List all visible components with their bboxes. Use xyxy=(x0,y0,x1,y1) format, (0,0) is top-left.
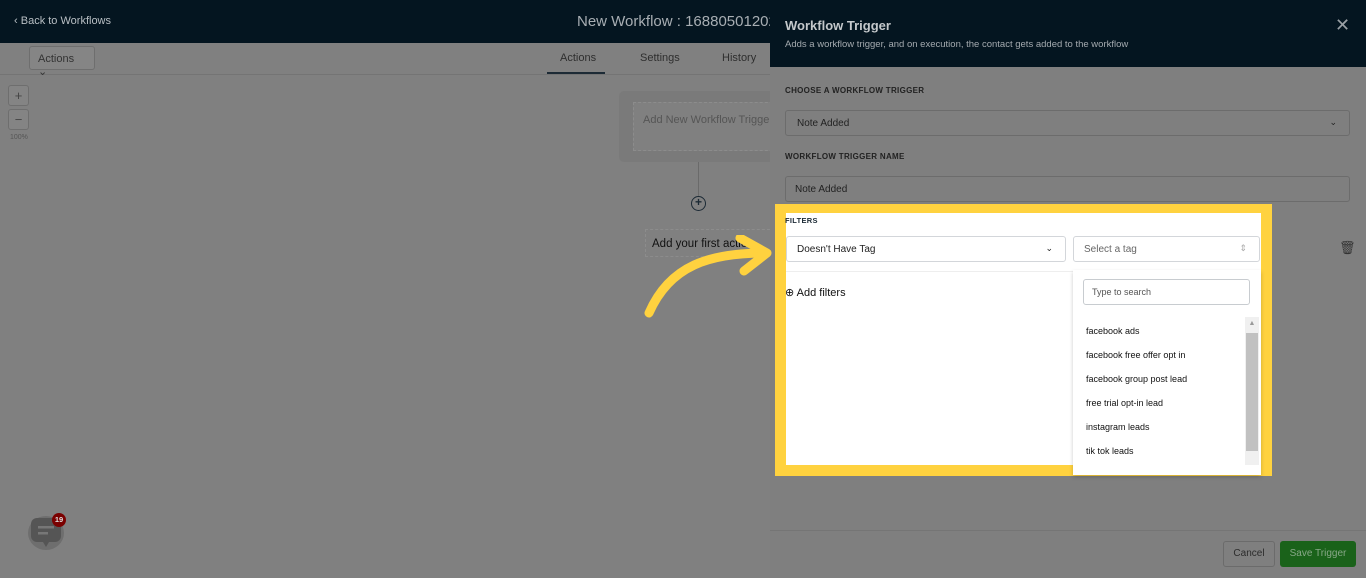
trigger-select[interactable]: Note Added ⌄ xyxy=(785,110,1350,136)
cancel-button[interactable]: Cancel xyxy=(1223,541,1275,567)
active-tab-indicator xyxy=(547,72,605,74)
tag-placeholder: Select a tag xyxy=(1084,244,1137,255)
tag-select[interactable]: Select a tag ⇕ xyxy=(1073,236,1260,262)
add-step-plus-icon[interactable]: + xyxy=(691,196,706,211)
trigger-value: Note Added xyxy=(797,118,850,129)
save-trigger-button[interactable]: Save Trigger xyxy=(1280,541,1356,567)
tag-option[interactable]: facebook free offer opt in xyxy=(1086,350,1185,360)
tag-option[interactable]: facebook ads xyxy=(1086,326,1140,336)
scrollbar-thumb[interactable] xyxy=(1246,333,1258,451)
panel-subtitle: Adds a workflow trigger, and on executio… xyxy=(785,39,1129,50)
actions-label: Actions xyxy=(38,53,75,65)
filters-label: FILTERS xyxy=(785,216,818,225)
trash-icon[interactable]: 🗑 xyxy=(1339,240,1356,256)
tab-settings[interactable]: Settings xyxy=(640,52,680,64)
zoom-out-button[interactable]: − xyxy=(8,109,29,130)
divider xyxy=(786,271,1073,272)
plus-circle-icon: ⊕ xyxy=(785,287,795,299)
tag-option[interactable]: instagram leads xyxy=(1086,422,1150,432)
add-filters-button[interactable]: ⊕ Add filters xyxy=(785,286,846,299)
tag-option[interactable]: tik tok leads xyxy=(1086,446,1134,456)
panel-header xyxy=(770,0,1366,67)
tag-option[interactable]: facebook group post lead xyxy=(1086,374,1187,384)
trigger-name-input[interactable]: Note Added xyxy=(785,176,1350,202)
tab-actions[interactable]: Actions xyxy=(560,52,596,64)
zoom-in-button[interactable]: + xyxy=(8,85,29,106)
filter-condition-select[interactable]: Doesn't Have Tag ⌄ xyxy=(786,236,1066,262)
chevron-down-icon: ⌄ xyxy=(1329,117,1337,127)
trigger-label: CHOOSE A WORKFLOW TRIGGER xyxy=(785,86,925,95)
back-label: Back to Workflows xyxy=(20,15,112,27)
add-trigger-node[interactable]: Add New Workflow Trigger xyxy=(633,102,783,151)
chevron-down-icon: ⌄ xyxy=(38,66,48,78)
notification-badge: 19 xyxy=(52,513,66,527)
connector-line xyxy=(698,162,699,196)
back-to-workflows-link[interactable]: ‹ Back to Workflows xyxy=(14,15,111,27)
footer-divider xyxy=(770,530,1366,531)
arrow-annotation xyxy=(644,235,772,318)
actions-dropdown[interactable]: Actions ⌄ xyxy=(29,46,95,78)
tag-search-input[interactable]: Type to search xyxy=(1083,279,1250,305)
trigger-name-label: WORKFLOW TRIGGER NAME xyxy=(785,152,905,161)
close-icon[interactable]: ✕ xyxy=(1335,15,1350,36)
filter-condition-value: Doesn't Have Tag xyxy=(797,244,876,255)
scroll-up-icon[interactable]: ▲ xyxy=(1245,317,1259,331)
chevron-down-icon: ⌄ xyxy=(1045,243,1053,253)
zoom-level: 100% xyxy=(10,134,28,141)
workflow-title: New Workflow : 1688050120246 xyxy=(577,13,794,30)
tab-history[interactable]: History xyxy=(722,52,756,64)
sort-arrows-icon: ⇕ xyxy=(1239,243,1247,253)
tag-option[interactable]: free trial opt-in lead xyxy=(1086,398,1163,408)
panel-title: Workflow Trigger xyxy=(785,18,891,33)
add-filters-label: Add filters xyxy=(796,287,846,299)
